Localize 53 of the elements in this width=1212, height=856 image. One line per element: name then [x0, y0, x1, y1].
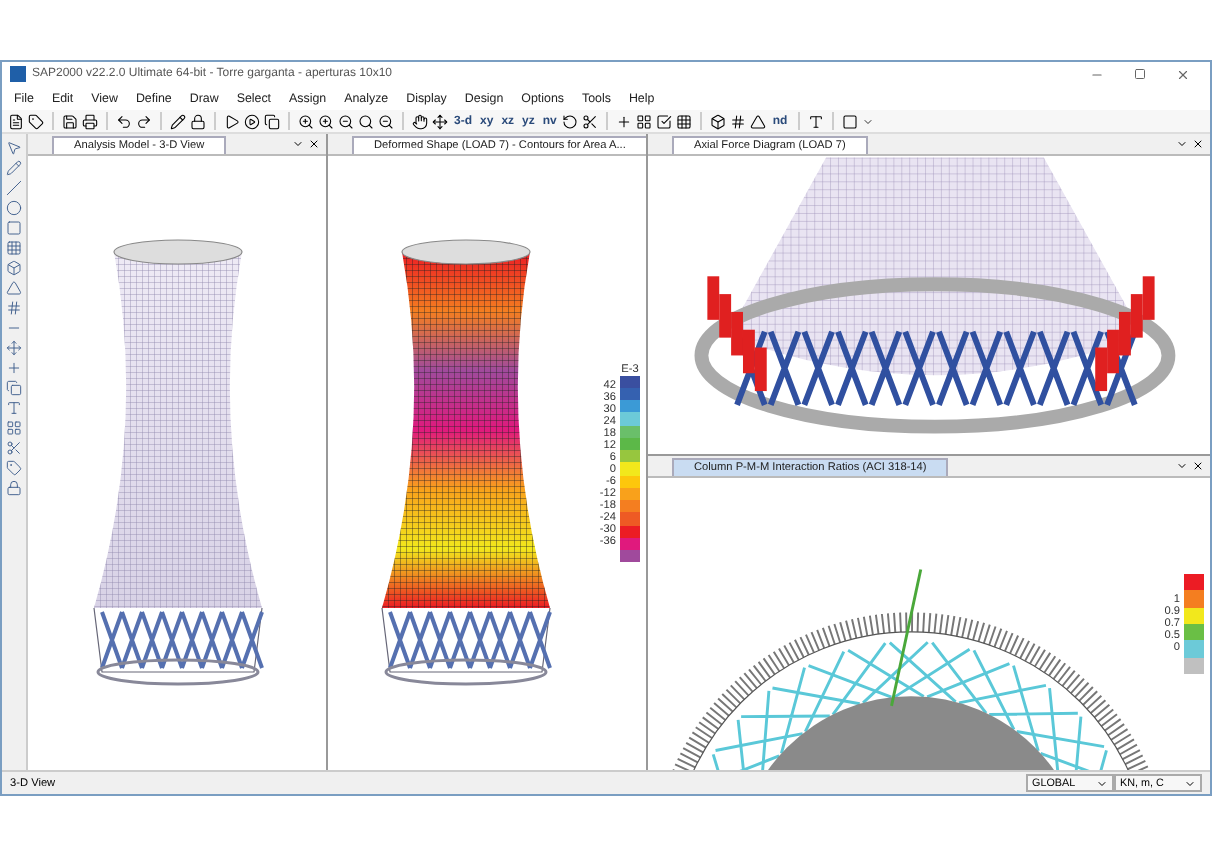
save-icon[interactable]: [62, 113, 78, 129]
side-tool-icon[interactable]: [6, 460, 22, 476]
side-tool-icon[interactable]: [6, 400, 22, 416]
side-tool-icon[interactable]: [6, 240, 22, 256]
maximize-icon: [1134, 68, 1146, 80]
pencil-icon[interactable]: [170, 113, 186, 129]
zoom-in-icon[interactable]: [298, 113, 314, 129]
rotate-icon[interactable]: [562, 113, 579, 129]
square-icon[interactable]: [841, 113, 858, 129]
side-tool-icon[interactable]: [6, 340, 22, 356]
search-icon[interactable]: [358, 113, 374, 129]
undo-icon[interactable]: [116, 113, 132, 129]
grid-icon[interactable]: [636, 113, 653, 129]
close-icon[interactable]: [308, 138, 320, 150]
redo-icon[interactable]: [136, 113, 152, 129]
triangle-icon[interactable]: [750, 113, 767, 129]
caret-icon[interactable]: [861, 115, 874, 127]
side-tool-icon[interactable]: [6, 160, 22, 176]
zoom-in-icon[interactable]: [318, 113, 334, 129]
side-tool-icon[interactable]: [6, 300, 22, 316]
text-icon[interactable]: [807, 113, 824, 129]
app-logo-icon: [10, 66, 26, 82]
side-tool-icon[interactable]: [6, 140, 22, 156]
copy-icon[interactable]: [264, 113, 280, 129]
side-tool-icon[interactable]: [6, 420, 22, 436]
scissors-icon[interactable]: [582, 113, 599, 129]
close-icon[interactable]: [1192, 460, 1204, 472]
side-tool-icon[interactable]: [6, 380, 22, 396]
zoom-out-icon[interactable]: [338, 113, 354, 129]
play-circle-icon[interactable]: [244, 113, 260, 129]
side-tool-icon[interactable]: [6, 260, 22, 276]
move-icon[interactable]: [432, 113, 448, 129]
checkbox-icon[interactable]: [656, 113, 673, 129]
caret-icon[interactable]: [292, 138, 304, 150]
zoom-out-icon[interactable]: [378, 113, 394, 129]
print-icon[interactable]: [82, 113, 98, 129]
lock-icon[interactable]: [190, 113, 206, 129]
side-tool-icon[interactable]: [6, 440, 22, 456]
caret-icon[interactable]: [1176, 460, 1188, 472]
run-icon[interactable]: [224, 113, 240, 129]
side-tool-icon[interactable]: [6, 280, 22, 296]
grid-icon[interactable]: [676, 113, 693, 129]
close-icon[interactable]: [1192, 138, 1204, 150]
plus-icon[interactable]: [616, 113, 633, 129]
pan-icon[interactable]: [412, 113, 428, 129]
hash-icon[interactable]: [730, 113, 747, 129]
caret-icon: [1184, 777, 1196, 789]
close-icon: [1176, 67, 1190, 81]
tag-icon[interactable]: [28, 113, 44, 129]
new-file-icon[interactable]: [8, 113, 24, 129]
caret-icon[interactable]: [1176, 138, 1188, 150]
side-tool-icon[interactable]: [6, 480, 22, 496]
caret-icon: [1096, 777, 1108, 789]
